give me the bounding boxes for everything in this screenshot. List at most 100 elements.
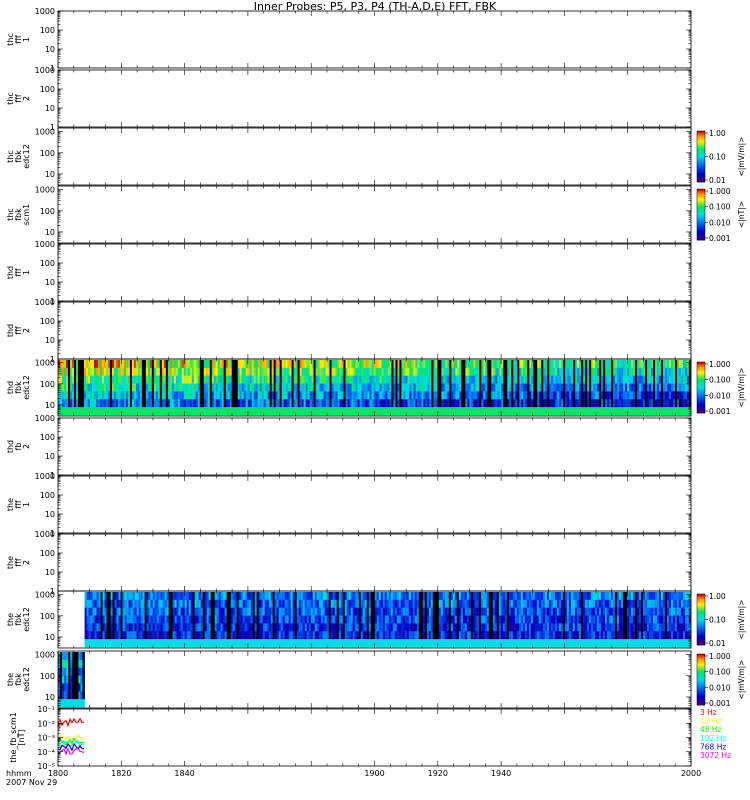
spectrogram-cell (115, 399, 119, 408)
spectrogram-cell (313, 375, 316, 384)
spectrogram-cell (521, 360, 524, 369)
spectrogram-cell (391, 399, 394, 408)
spectrogram-cell (210, 631, 213, 640)
spectrogram-cell (75, 399, 79, 408)
spectrogram-cell (619, 367, 622, 377)
spectrogram-cell (479, 391, 482, 400)
spectrogram-cell (69, 399, 73, 408)
spectrogram-cell (214, 599, 217, 609)
spectrogram-cell (327, 399, 330, 408)
spectrogram-cell (382, 592, 386, 601)
spectrogram-cell (352, 592, 356, 601)
spectrogram-cell (605, 391, 608, 400)
spectrogram-cell (221, 360, 225, 369)
spectrogram-cell (380, 615, 384, 624)
spectrogram-cell (202, 631, 205, 640)
spectrogram-cell (379, 383, 382, 392)
spectrogram-cell (250, 592, 254, 601)
spectrogram-cell (617, 391, 620, 400)
spectrogram-cell (625, 367, 628, 377)
spectrogram-cell (645, 399, 648, 408)
spectrogram-cell (679, 407, 682, 416)
spectrogram-cell (314, 615, 318, 624)
spectrogram-cell (205, 383, 209, 392)
spectrogram-cell (649, 391, 652, 400)
spectrogram-cell (196, 592, 199, 601)
spectrogram-cell (225, 407, 229, 416)
spectrogram-cell (255, 360, 258, 369)
spectrogram-cell (141, 367, 145, 377)
spectrogram-cell (251, 391, 254, 400)
spectrogram-cell (561, 383, 564, 392)
spectrogram-cell (291, 391, 294, 400)
spectrogram-cell (186, 592, 189, 601)
spectrogram-cell (73, 360, 77, 369)
spectrogram-cell (94, 639, 97, 648)
spectrogram-cell (314, 607, 318, 616)
spectrogram-cell (365, 383, 368, 392)
spectrogram-cell (213, 399, 217, 408)
spectrogram-cell (218, 615, 221, 624)
spectrogram-cell (108, 599, 111, 609)
spectrogram-cell (67, 407, 71, 416)
spectrogram-cell (299, 367, 302, 377)
spectrogram-cell (182, 631, 185, 640)
spectrogram-cell (367, 375, 370, 384)
spectrogram-cell (561, 391, 564, 400)
spectrogram-cell (84, 592, 87, 601)
spectrogram-cell (98, 639, 101, 648)
spectrogram-cell (635, 383, 638, 392)
spectrogram-cell (222, 631, 225, 640)
panel-2: 1000100101thc fff 2 (6, 66, 692, 132)
spectrogram-cell (152, 607, 155, 616)
spectrogram-cell (323, 360, 326, 369)
spectrogram-cell (414, 607, 418, 616)
spectrogram-cell (201, 375, 205, 384)
spectrogram-cell (225, 399, 229, 408)
spectrogram-cell (497, 399, 500, 408)
spectrogram-cell (491, 375, 494, 384)
spectrogram-cell (408, 623, 412, 632)
spectrogram-cell (615, 367, 618, 377)
spectrogram-cell (152, 599, 155, 609)
spectrogram-cell (204, 631, 207, 640)
spectrogram-cell (354, 592, 358, 601)
spectrogram-cell (607, 391, 610, 400)
spectrogram-cell (517, 383, 520, 392)
spectrogram-cell (97, 367, 101, 377)
spectrogram-cell (185, 383, 189, 392)
spectrogram-cell (111, 367, 115, 377)
spectrogram-cell (631, 407, 634, 416)
spectrogram-cell (380, 639, 384, 648)
spectrogram-cell (249, 360, 252, 369)
spectrogram-cell (322, 623, 326, 632)
spectrogram-cell (380, 607, 384, 616)
panel-1: 1000100101thc fff 1 (6, 7, 692, 73)
spectrogram-cell (230, 607, 233, 616)
spectrogram-cell (344, 615, 348, 624)
spectrogram-cell (611, 407, 614, 416)
spectrogram-cell (219, 367, 223, 377)
spectrogram-cell (282, 607, 286, 616)
y-tick-label: 1000 (35, 186, 55, 195)
spectrogram-cell (575, 399, 578, 408)
spectrogram-cell (179, 383, 183, 392)
spectrogram-cell (545, 375, 548, 384)
spectrogram-cell (571, 399, 574, 408)
spectrogram-cell (257, 383, 260, 392)
spectrogram-cell (433, 391, 436, 400)
spectrogram-cell (376, 592, 380, 601)
spectrogram-cell (150, 615, 153, 624)
spectrogram-cell (597, 399, 600, 408)
spectrogram-cell (114, 623, 117, 632)
panel-11: 100010010the fbk edc121.000.100.01<|mV/m|> (6, 590, 746, 649)
spectrogram-cell (231, 399, 235, 408)
spectrogram-cell (116, 607, 119, 616)
spectrogram-cell (609, 399, 612, 408)
spectrogram-cell (669, 407, 672, 416)
spectrogram-cell (67, 367, 71, 377)
spectrogram-cell (131, 367, 135, 377)
spectrogram-cell (589, 391, 592, 400)
spectrogram-cell (529, 407, 532, 416)
spectrogram-cell (281, 391, 284, 400)
